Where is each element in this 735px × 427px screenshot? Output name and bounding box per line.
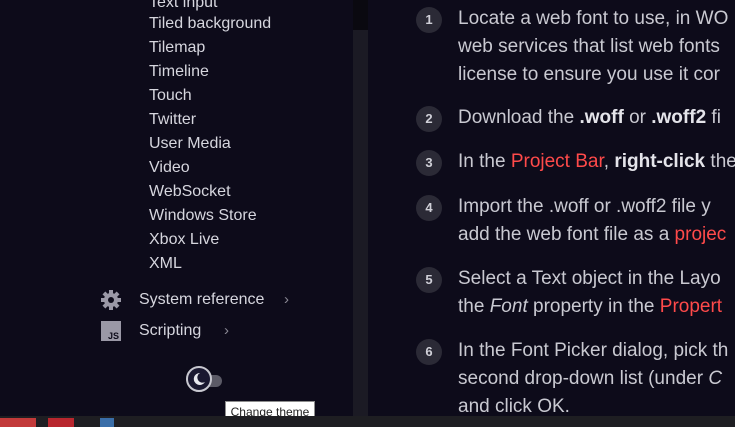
scrollbar[interactable] xyxy=(353,0,368,416)
nav-item-windows-store[interactable]: Windows Store xyxy=(149,206,257,226)
step-text: or xyxy=(623,107,652,128)
step-text-line: and click OK. xyxy=(458,396,570,416)
scrollbar-thumb[interactable] xyxy=(353,0,368,30)
step-number-badge: 6 xyxy=(416,339,442,365)
step-number-badge: 2 xyxy=(416,106,442,132)
nav-item-tiled-background[interactable]: Tiled background xyxy=(149,14,271,34)
nav-item-touch[interactable]: Touch xyxy=(149,86,192,106)
step-text-bold: right-click xyxy=(614,151,706,172)
step-text-line: In the Font Picker dialog, pick th xyxy=(458,340,729,361)
step-text: second drop-down list (under xyxy=(458,368,709,389)
step-number-badge: 5 xyxy=(416,267,442,293)
nav-item-tilemap[interactable]: Tilemap xyxy=(149,38,205,58)
theme-toggle[interactable] xyxy=(186,366,236,396)
nav-section-scripting[interactable]: JS Scripting › xyxy=(100,320,240,344)
nav-item-xbox-live[interactable]: Xbox Live xyxy=(149,230,219,250)
nav-item-xml[interactable]: XML xyxy=(149,254,182,274)
content-area: 1 Locate a web font to use, in WO web se… xyxy=(368,0,735,416)
nav-item-websocket[interactable]: WebSocket xyxy=(149,182,231,202)
nav-item-video[interactable]: Video xyxy=(149,158,190,178)
chevron-right-icon: › xyxy=(284,291,289,308)
file-extension-text: .woff2 xyxy=(651,107,707,128)
nav-item-text-input[interactable]: Text input xyxy=(149,0,217,13)
sidebar: Text input Tiled background Tilemap Time… xyxy=(0,0,353,416)
step-text-line: Select a Text object in the Layo xyxy=(458,268,721,289)
step-text-line: In the Project Bar, right-click the xyxy=(458,149,735,175)
taskbar-app-icon[interactable] xyxy=(0,418,36,427)
step-text: fi xyxy=(706,107,721,128)
step-text-line: license to ensure you use it cor xyxy=(458,64,720,85)
moon-icon xyxy=(186,366,212,392)
step-text-line: add the web font file as a projec xyxy=(458,222,726,248)
nav-item-twitter[interactable]: Twitter xyxy=(149,110,196,130)
step-text-line: Locate a web font to use, in WO xyxy=(458,8,729,29)
nav-item-timeline[interactable]: Timeline xyxy=(149,62,209,82)
step-text-line: the Font property in the Propert xyxy=(458,294,722,320)
step-text: the xyxy=(705,151,735,172)
nav-section-label: Scripting xyxy=(139,322,202,339)
step-text: , xyxy=(603,151,615,172)
step-text-line: second drop-down list (under C xyxy=(458,366,722,392)
step-number-badge: 3 xyxy=(416,150,442,176)
svg-text:JS: JS xyxy=(108,331,119,341)
gear-icon xyxy=(100,289,122,311)
step-text: the xyxy=(458,296,490,317)
step-text-italic: C xyxy=(708,368,723,389)
taskbar xyxy=(0,416,735,427)
project-bar-link[interactable]: Project Bar xyxy=(511,151,604,172)
nav-item-user-media[interactable]: User Media xyxy=(149,134,231,154)
step-text: add the web font file as a xyxy=(458,224,675,245)
step-number-badge: 4 xyxy=(416,195,442,221)
taskbar-app-icon[interactable] xyxy=(48,418,74,427)
chevron-right-icon: › xyxy=(224,322,229,339)
step-text-line: Import the .woff or .woff2 file y xyxy=(458,196,711,217)
taskbar-app-icon[interactable] xyxy=(100,418,114,427)
properties-bar-link[interactable]: Propert xyxy=(660,296,722,317)
step-text-italic: Font xyxy=(489,296,528,317)
step-number-badge: 1 xyxy=(416,7,442,33)
nav-section-label: System reference xyxy=(139,291,265,308)
step-text-line: web services that list web fonts xyxy=(458,36,720,57)
file-extension-text: .woff xyxy=(579,107,624,128)
step-text: property in the xyxy=(527,296,660,317)
project-file-link[interactable]: projec xyxy=(675,224,727,245)
js-icon: JS xyxy=(100,320,122,342)
step-text: Download the xyxy=(458,107,580,128)
nav-section-system-reference[interactable]: System reference › xyxy=(100,289,300,313)
step-text-line: Download the .woff or .woff2 fi xyxy=(458,105,721,131)
step-text: In the xyxy=(458,151,511,172)
